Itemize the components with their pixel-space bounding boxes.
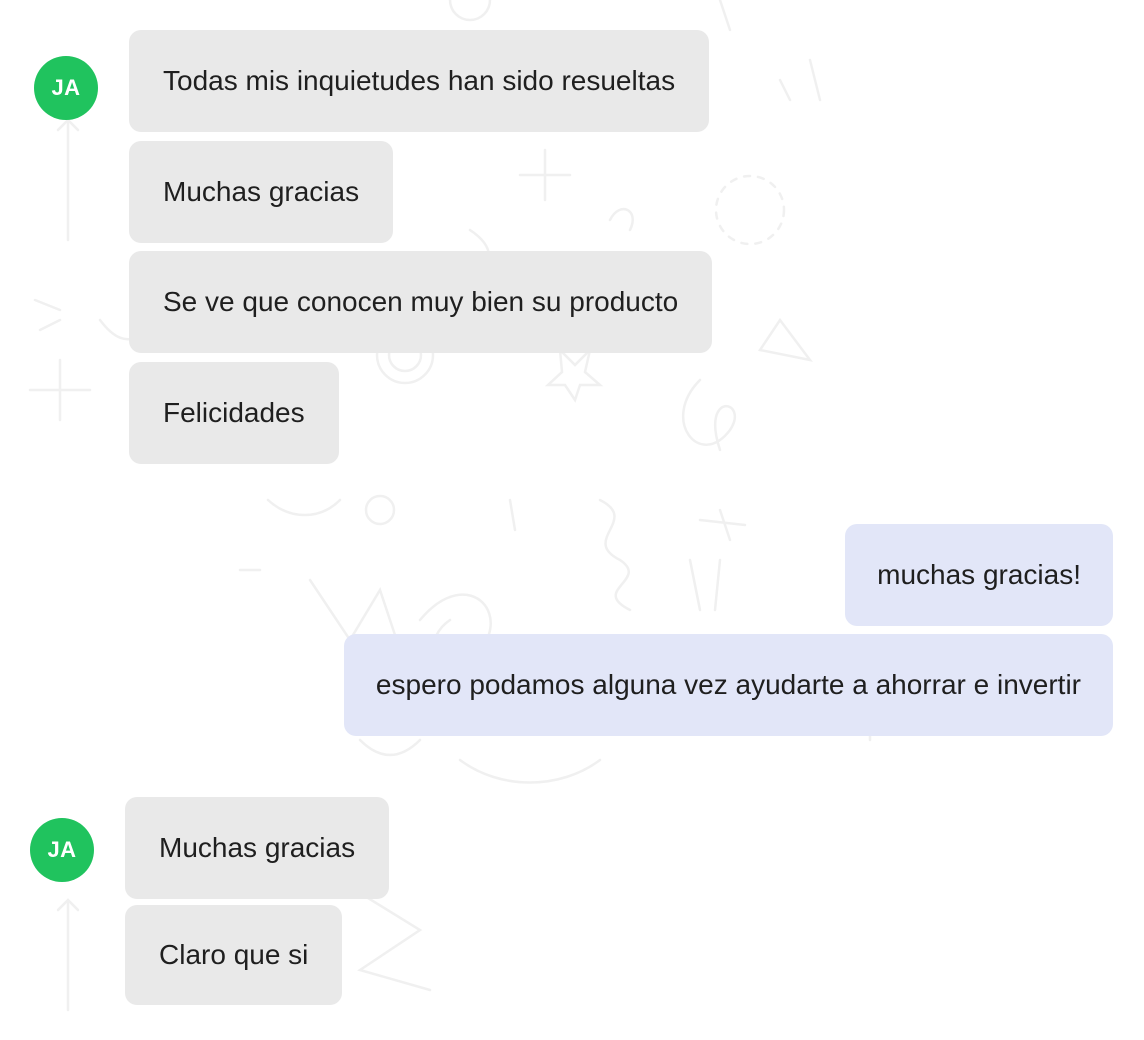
outgoing-message: muchas gracias!	[845, 524, 1113, 626]
message-text: Se ve que conocen muy bien su producto	[163, 286, 679, 317]
avatar: JA	[30, 818, 94, 882]
message-text: Claro que si	[159, 939, 309, 970]
chat-thread: JA Todas mis inquietudes han sido resuel…	[0, 0, 1144, 1040]
avatar: JA	[34, 56, 98, 120]
message-text: espero podamos alguna vez ayudarte a aho…	[375, 669, 1081, 700]
incoming-message: Muchas gracias	[129, 141, 394, 243]
incoming-message: Claro que si	[125, 905, 343, 1005]
incoming-message: Todas mis inquietudes han sido resueltas	[129, 30, 710, 132]
outgoing-message: espero podamos alguna vez ayudarte a aho…	[343, 634, 1113, 736]
message-text: muchas gracias!	[877, 559, 1081, 590]
incoming-message: Se ve que conocen muy bien su producto	[129, 251, 713, 353]
message-text: Muchas gracias	[159, 832, 356, 863]
message-text: Todas mis inquietudes han sido resueltas	[163, 65, 676, 96]
message-text: Felicidades	[163, 397, 305, 428]
incoming-message: Muchas gracias	[125, 797, 390, 899]
message-text: Muchas gracias	[163, 176, 360, 207]
incoming-message: Felicidades	[129, 362, 339, 464]
